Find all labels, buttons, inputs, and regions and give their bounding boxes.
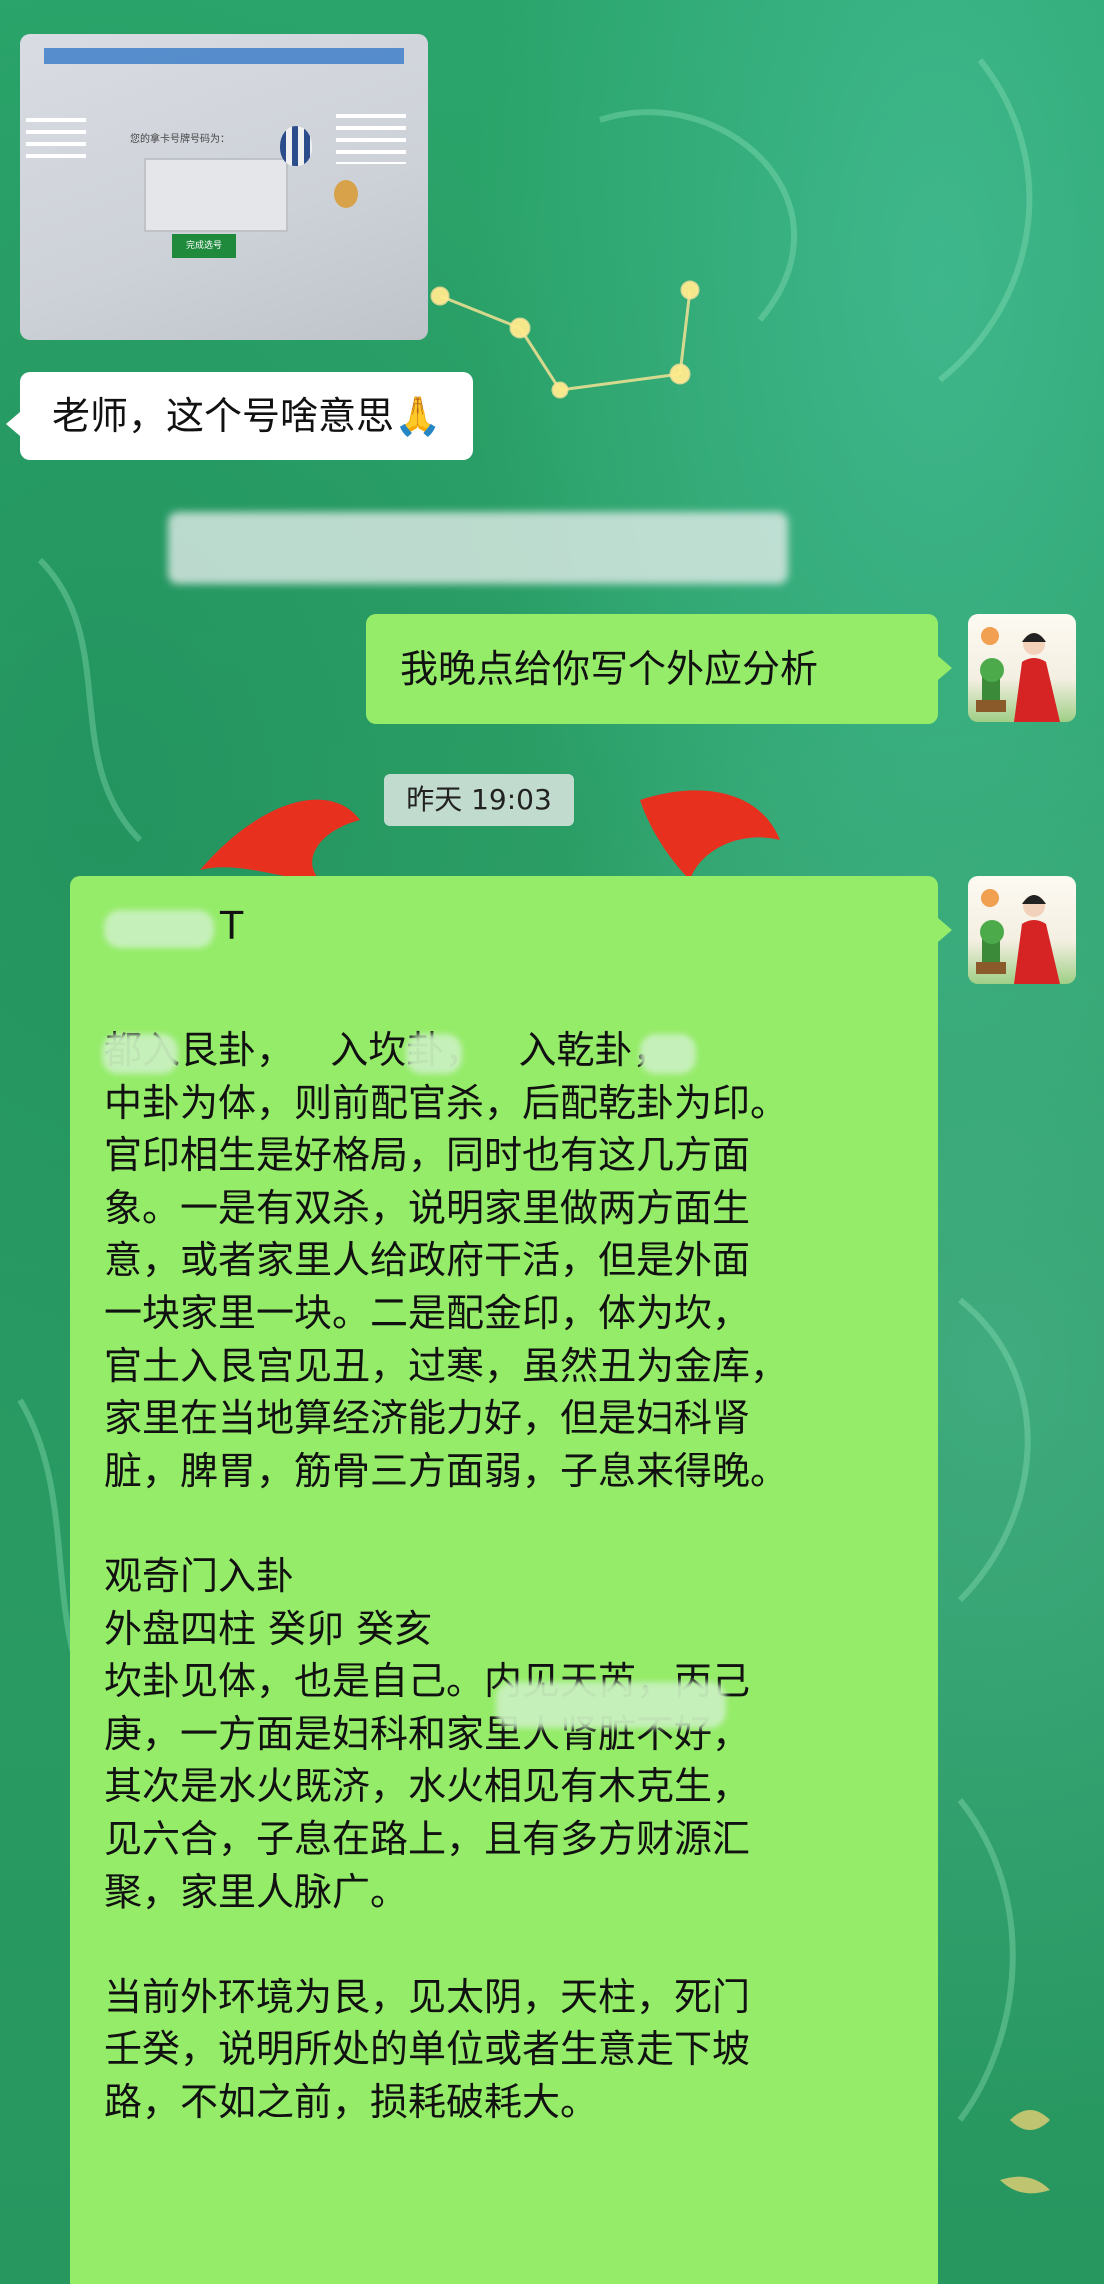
image-message[interactable]: 您的拿卡号牌号码为： 完成选号 xyxy=(20,34,428,340)
avatar[interactable] xyxy=(968,614,1076,722)
thumb-input-box xyxy=(144,158,288,232)
message-timestamp: 昨天 19:03 xyxy=(384,774,574,826)
thumb-confirm-button: 完成选号 xyxy=(172,234,236,258)
analysis-line: 路，不如之前，损耗破耗大。 xyxy=(104,2079,599,2124)
thumb-stripes-right xyxy=(336,114,406,164)
analysis-line: 外盘四柱 癸卯 癸亥 xyxy=(104,1606,433,1651)
thumb-header-bar xyxy=(44,48,404,64)
analysis-line: 壬癸，说明所处的单位或者生意走下坡 xyxy=(104,2027,751,2072)
redacted-message xyxy=(168,512,788,584)
bubble-tail xyxy=(938,918,952,942)
analysis-line: 其次是水火既济，水火相见有木克生， xyxy=(104,1764,751,1809)
analysis-line: 意，或者家里人给政府干活，但是外面 xyxy=(104,1238,751,1283)
redacted-text xyxy=(640,1034,696,1074)
analysis-line: 都入艮卦， 入坎卦， 入乾卦， xyxy=(104,1028,671,1072)
analysis-line: 中卦为体，则前配官杀，后配乾卦为印。 xyxy=(104,1080,789,1125)
thumb-prompt: 您的拿卡号牌号码为： xyxy=(130,134,230,145)
bubble-tail xyxy=(938,656,952,680)
analysis-header: T xyxy=(104,900,243,952)
analysis-line: 见六合，子息在路上，且有多方财源汇 xyxy=(104,1816,751,1861)
analysis-line xyxy=(70,1497,938,1550)
analysis-line: 观奇门入卦 xyxy=(104,1553,295,1598)
redacted-text xyxy=(406,1034,462,1074)
balloon-icon xyxy=(280,126,312,166)
bubble-tail xyxy=(6,412,20,436)
analysis-body: 都入艮卦， 入坎卦， 入乾卦， 中卦为体，则前配官杀，后配乾卦为印。 官印相生是… xyxy=(70,1024,938,2128)
analysis-message[interactable]: T 都入艮卦， 入坎卦， 入乾卦， 中卦为体，则前配官杀，后配乾卦为印。 官印相… xyxy=(70,876,952,2284)
redacted-text xyxy=(102,1034,178,1074)
analysis-line: 家里在当地算经济能力好，但是妇科肾 xyxy=(104,1396,751,1441)
analysis-line: 一块家里一块。二是配金印，体为坎， xyxy=(104,1290,751,1335)
redacted-text xyxy=(496,1682,726,1728)
analysis-line: 聚，家里人脉广。 xyxy=(104,1869,409,1914)
analysis-line: 官印相生是好格局，同时也有这几方面 xyxy=(104,1133,751,1178)
outgoing-message[interactable]: 我晚点给你写个外应分析 xyxy=(366,614,952,724)
analysis-line xyxy=(70,1918,938,1971)
analysis-line: 当前外环境为艮，见太阴，天柱，死门 xyxy=(104,1974,751,2019)
incoming-message-text: 老师，这个号啥意思🙏 xyxy=(20,372,474,460)
avatar-icon xyxy=(976,889,1060,984)
redacted-name xyxy=(104,909,214,948)
incoming-message[interactable]: 老师，这个号啥意思🙏 xyxy=(6,372,474,460)
balloon-icon xyxy=(334,180,358,208)
avatar[interactable] xyxy=(968,876,1076,984)
outgoing-message-text: 我晚点给你写个外应分析 xyxy=(366,614,938,724)
thumb-stripes-left xyxy=(26,118,86,158)
analysis-line: 象。一是有双杀，说明家里做两方面生 xyxy=(104,1185,751,1230)
avatar-icon xyxy=(976,627,1060,722)
analysis-line: 脏，脾胃，筋骨三方面弱，子息来得晚。 xyxy=(104,1448,789,1493)
analysis-line: 官土入艮宫见丑，过寒，虽然丑为金库， xyxy=(104,1343,789,1388)
